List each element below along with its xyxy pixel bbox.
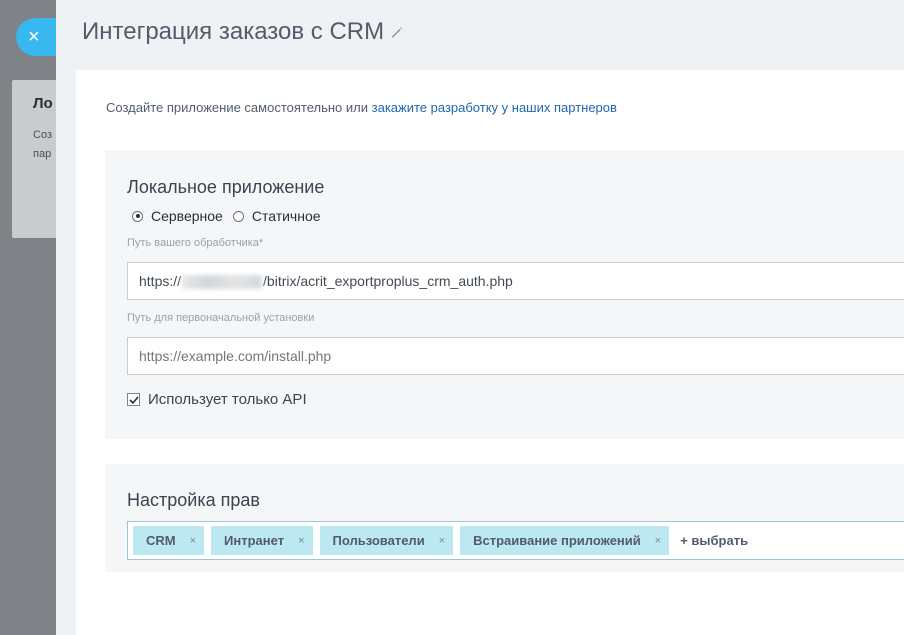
radio-server-label[interactable]: Серверное [151,208,223,224]
api-only-checkbox[interactable] [127,393,140,406]
handler-path-input[interactable]: https:// /bitrix/acrit_exportproplus_crm_… [127,262,904,300]
permission-tag-label: Встраивание приложений [473,533,641,548]
permission-tag: CRM × [133,526,205,555]
permissions-selector[interactable]: CRM × Интранет × Пользователи × Встраива… [127,521,904,560]
api-only-label[interactable]: Использует только API [148,391,307,408]
radio-static-label[interactable]: Статичное [252,208,321,224]
remove-tag-icon[interactable]: × [655,535,661,547]
permission-tag-label: Интранет [224,533,285,548]
handler-path-label: Путь вашего обработчика* [127,237,264,249]
handler-path-prefix: https:// [139,273,182,289]
slider-content: Создайте приложение самостоятельно или з… [76,70,904,635]
page-title: Интеграция заказов с CRM [82,18,385,45]
local-app-section: Локальное приложение Серверное Статичное… [105,150,904,439]
background-card-text: пар [33,148,52,160]
close-icon[interactable]: × [28,26,40,48]
section-title: Настройка прав [127,490,260,510]
install-path-input[interactable] [127,337,904,375]
pencil-icon[interactable] [389,24,405,40]
background-card-title: Ло [33,95,53,112]
partners-link[interactable]: закажите разработку у наших партнеров [372,100,617,115]
radio-static[interactable] [232,210,244,222]
handler-path-suffix: /bitrix/acrit_exportproplus_crm_auth.php [263,273,513,289]
api-only-option: Использует только API [127,391,307,408]
checkmark-icon [129,396,139,405]
permission-tag: Встраивание приложений × [460,526,670,555]
radio-server[interactable] [132,210,143,222]
redacted-domain [182,275,263,290]
permissions-section: Настройка прав CRM × Интранет × Пользова… [105,464,904,572]
permission-tag-label: Пользователи [332,533,425,548]
background-card-text: Соз [33,129,52,141]
remove-tag-icon[interactable]: × [190,535,196,547]
section-title: Локальное приложение [127,177,325,197]
intro-text: Создайте приложение самостоятельно или з… [106,100,617,115]
permission-tag: Интранет × [211,526,313,555]
app-type-radio-group: Серверное Статичное [132,208,331,224]
intro-text-static: Создайте приложение самостоятельно или [106,100,372,115]
slider-panel: Интеграция заказов с CRM Создайте прилож… [56,0,904,635]
remove-tag-icon[interactable]: × [298,535,304,547]
add-permission-button[interactable]: + выбрать [680,533,748,548]
slider-header: Интеграция заказов с CRM [56,0,904,70]
permission-tag: Пользователи × [319,526,454,555]
remove-tag-icon[interactable]: × [439,535,445,547]
permission-tag-label: CRM [146,533,176,548]
install-path-label: Путь для первоначальной установки [127,312,315,324]
